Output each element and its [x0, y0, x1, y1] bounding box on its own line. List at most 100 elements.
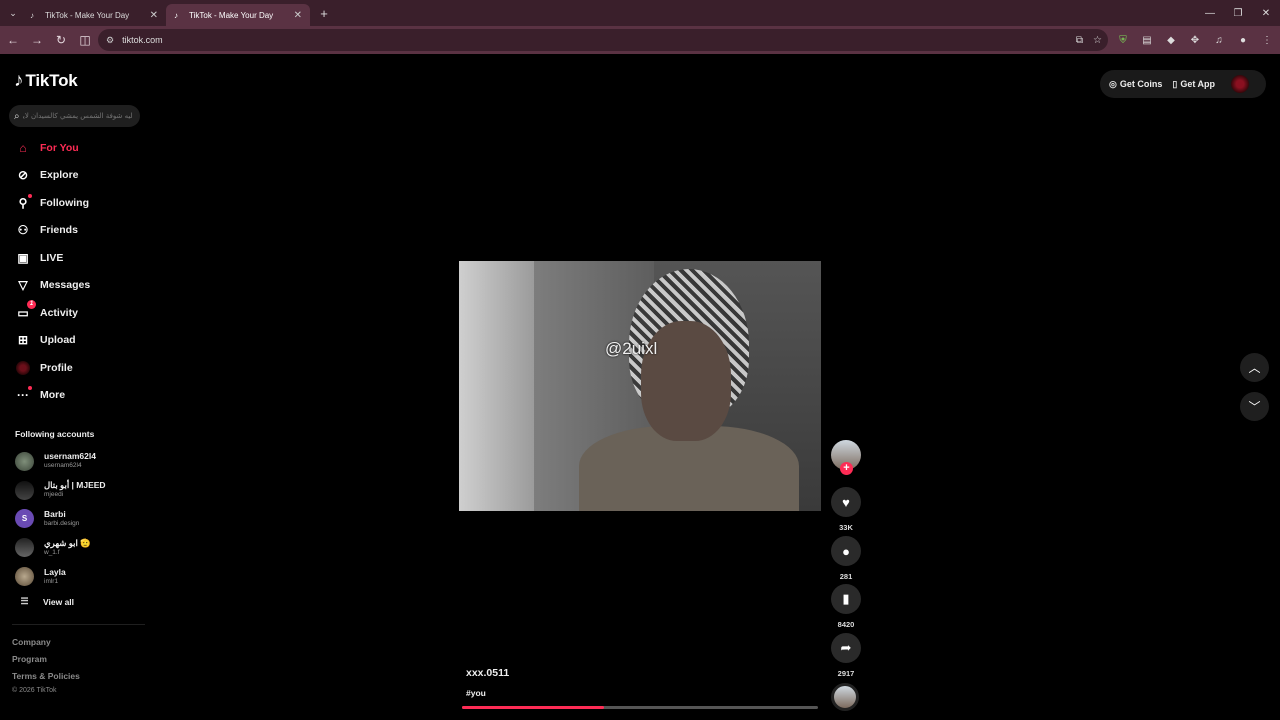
split-view-icon[interactable]: ◫ [74, 29, 96, 51]
search-input[interactable] [22, 112, 133, 120]
home-icon: ⌂ [19, 140, 27, 155]
nav-item-friends[interactable]: ⚇ Friends [0, 217, 150, 245]
nav-label: More [40, 389, 66, 402]
tiktok-note-icon: ♪ [14, 70, 24, 91]
extension-icon[interactable]: ▤ [1136, 29, 1158, 51]
avatar [15, 480, 34, 500]
tab-title: TikTok - Make Your Day [45, 10, 130, 20]
notification-dot [28, 386, 32, 391]
nav-item-upload[interactable]: ⊞ Upload [0, 327, 150, 355]
site-info-icon[interactable]: ⚙ [106, 35, 114, 46]
tiktok-logo[interactable]: ♪ TikTok [14, 70, 78, 92]
nav-item-explore[interactable]: ⊘ Explore [0, 162, 150, 190]
nav-label: Explore [40, 169, 79, 182]
maximize-button[interactable]: ❐ [1224, 0, 1252, 26]
share-action: ➦ 2917 [831, 633, 861, 678]
save-count: 8420 [837, 620, 855, 629]
phone-icon: ▯ [1172, 78, 1178, 89]
nav-label: Following [40, 196, 89, 209]
account-item[interactable]: أبو بتال | MJEED mjeedi [15, 476, 145, 505]
previous-video-button[interactable]: ︿ [1240, 353, 1269, 382]
account-handle: mjeedi [44, 491, 64, 499]
comment-action: ● 281 [831, 536, 861, 581]
bookmark-star-icon[interactable]: ☆ [1093, 35, 1102, 46]
account-item[interactable]: S Barbi barbi.design [15, 505, 145, 534]
close-tab-icon[interactable]: ✕ [294, 10, 302, 21]
account-name: Barbi [44, 508, 66, 519]
sidebar: ♪ TikTok ⌕ ⌂ For You ⊘ Explore ⚲ Followi… [0, 54, 150, 720]
video-progress-bar[interactable] [462, 706, 818, 709]
chevron-up-icon: ︿ [1248, 361, 1261, 375]
nav-label: LIVE [40, 251, 64, 264]
save-button[interactable]: ▮ [831, 584, 861, 614]
media-control-icon[interactable]: ♫ [1208, 29, 1230, 51]
comment-button[interactable]: ● [831, 536, 861, 566]
view-all-button[interactable]: ☰ View all [15, 596, 74, 607]
get-coins-label: Get Coins [1119, 79, 1163, 89]
follow-plus-icon[interactable]: + [840, 462, 853, 475]
activity-badge: 1 [27, 299, 36, 309]
back-icon[interactable]: ← [2, 29, 24, 51]
extension-icon[interactable]: ◆ [1160, 29, 1182, 51]
nav-item-activity[interactable]: ▭ 1 Activity [0, 299, 150, 327]
profile-avatar [15, 360, 31, 376]
music-disc[interactable] [831, 683, 859, 711]
nav-label: Upload [40, 334, 76, 347]
nav-item-following[interactable]: ⚲ Following [0, 189, 150, 217]
account-handle: w_1.f [44, 548, 60, 556]
save-action: ▮ 8420 [831, 584, 861, 629]
footer-link-company[interactable]: Company [12, 637, 80, 654]
video-player[interactable]: @2uixl [459, 261, 821, 511]
window-controls: — ❐ ✕ [1196, 0, 1280, 26]
footer-link-program[interactable]: Program [12, 654, 80, 671]
footer-link-terms[interactable]: Terms & Policies [12, 671, 80, 688]
nav-item-messages[interactable]: ▽ Messages [0, 272, 150, 300]
friends-icon: ⚇ [17, 223, 29, 238]
following-accounts-list: usernam62l4 usernam62l4 أبو بتال | MJEED… [15, 447, 145, 591]
browser-tab-strip: ⌄ ♪ TikTok - Make Your Day ✕ ♪ TikTok - … [0, 0, 1280, 26]
get-app-button[interactable]: ▯ Get App [1172, 79, 1215, 90]
browser-tab-2[interactable]: ♪ TikTok - Make Your Day ✕ [166, 4, 310, 26]
account-name: أبو بتال | MJEED [44, 480, 106, 491]
nav-item-for-you[interactable]: ⌂ For You [0, 134, 150, 162]
shield-extension-icon[interactable]: ⛨ [1112, 29, 1134, 51]
puzzle-icon[interactable]: ✥ [1184, 29, 1206, 51]
install-app-icon[interactable]: ⧉ [1076, 35, 1083, 46]
menu-kebab-icon[interactable]: ⋮ [1256, 29, 1278, 51]
following-accounts-title: Following accounts [15, 429, 95, 439]
nav-label: Friends [40, 224, 78, 237]
browser-tab-1[interactable]: ♪ TikTok - Make Your Day ✕ [22, 4, 166, 26]
nav-item-profile[interactable]: Profile [0, 354, 150, 382]
like-action: ♥ 33K [831, 487, 861, 532]
messages-icon: ▽ [18, 278, 28, 293]
nav-item-live[interactable]: ▣ LIVE [0, 244, 150, 272]
video-author[interactable]: xxx.0511 [466, 667, 509, 679]
upload-icon: ⊞ [17, 333, 29, 348]
video-hashtag[interactable]: #you [466, 688, 486, 698]
share-button[interactable]: ➦ [831, 633, 861, 663]
creator-avatar[interactable]: + [831, 440, 861, 475]
next-video-button[interactable]: ﹀ [1240, 392, 1269, 421]
new-tab-button[interactable]: + [314, 3, 334, 23]
user-avatar[interactable] [1231, 75, 1249, 93]
like-button[interactable]: ♥ [831, 487, 861, 517]
reload-icon[interactable]: ↻ [50, 29, 72, 51]
account-item[interactable]: usernam62l4 usernam62l4 [15, 447, 145, 476]
video-actions: + ♥ 33K ● 281 ▮ 8420 ➦ 2917 [831, 440, 861, 711]
account-item[interactable]: ابو شهري 🫡 w_1.f [15, 533, 145, 562]
minimize-button[interactable]: — [1196, 0, 1224, 26]
close-window-button[interactable]: ✕ [1252, 0, 1280, 26]
forward-icon[interactable]: → [26, 29, 48, 51]
nav-item-more[interactable]: ··· More [0, 382, 150, 410]
close-tab-icon[interactable]: ✕ [150, 10, 158, 21]
account-name: usernam62l4 [44, 451, 96, 462]
view-all-label: View all [43, 596, 75, 607]
profile-avatar-icon[interactable]: ● [1232, 29, 1254, 51]
nav-label: Profile [40, 361, 73, 374]
coin-icon: ◎ [1109, 78, 1117, 89]
get-coins-button[interactable]: ◎ Get Coins [1109, 79, 1162, 90]
account-item[interactable]: Layla imlr1 [15, 562, 145, 591]
search-box[interactable]: ⌕ [9, 105, 140, 127]
tab-search-chevron-icon[interactable]: ⌄ [4, 4, 22, 22]
address-bar[interactable]: ⚙ tiktok.com ⧉ ☆ [98, 29, 1108, 51]
